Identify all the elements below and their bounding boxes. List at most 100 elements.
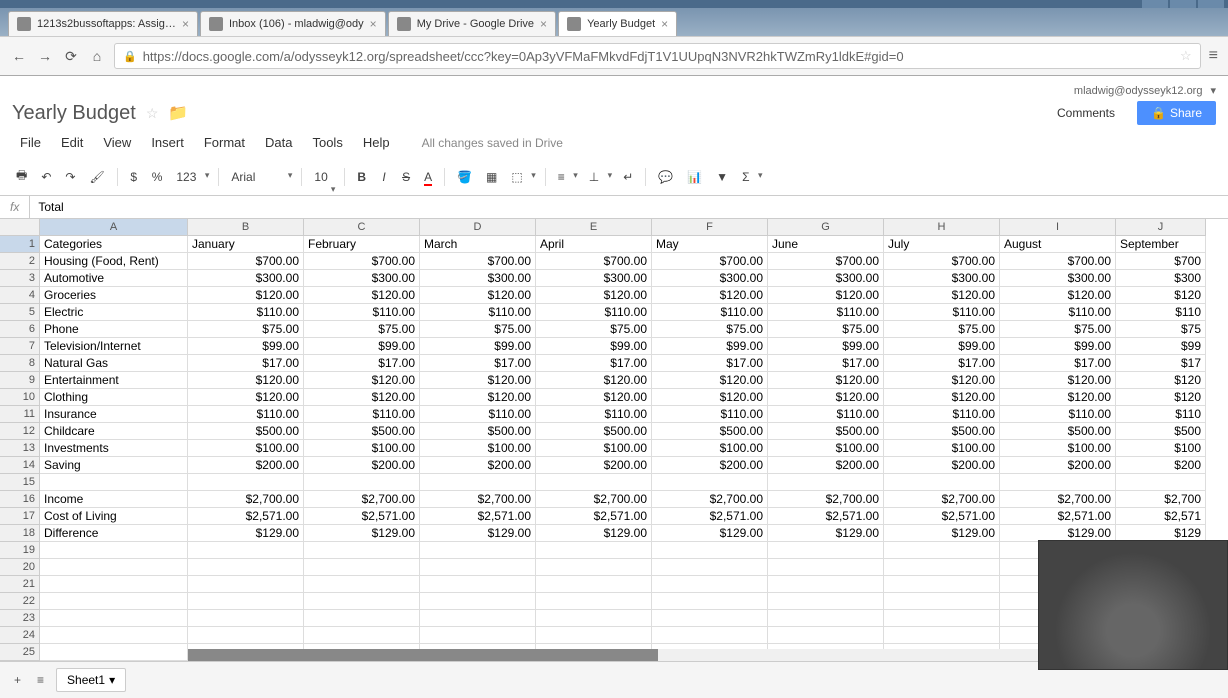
data-cell[interactable]: $120.00: [652, 372, 768, 389]
minimize-button[interactable]: [1142, 0, 1168, 8]
more-formats[interactable]: 123: [170, 168, 212, 186]
data-cell[interactable]: $17.00: [536, 355, 652, 372]
data-cell[interactable]: $120.00: [188, 287, 304, 304]
tab-close-icon[interactable]: ×: [540, 17, 547, 31]
data-cell[interactable]: $120.00: [536, 389, 652, 406]
data-cell[interactable]: $120.00: [188, 372, 304, 389]
data-cell[interactable]: $100.00: [536, 440, 652, 457]
data-cell[interactable]: $99.00: [768, 338, 884, 355]
empty-cell[interactable]: [304, 610, 420, 627]
data-cell[interactable]: $120.00: [768, 389, 884, 406]
data-cell[interactable]: $200.00: [188, 457, 304, 474]
browser-tab[interactable]: Inbox (106) - mladwig@ody ×: [200, 11, 386, 36]
forward-button[interactable]: →: [36, 47, 54, 65]
format-percent[interactable]: %: [146, 166, 169, 188]
data-cell[interactable]: $120.00: [768, 287, 884, 304]
data-cell[interactable]: $300.00: [884, 270, 1000, 287]
data-cell[interactable]: $500.00: [652, 423, 768, 440]
data-cell[interactable]: $300.00: [304, 270, 420, 287]
empty-cell[interactable]: [188, 610, 304, 627]
data-cell[interactable]: $17.00: [884, 355, 1000, 372]
menu-file[interactable]: File: [12, 131, 49, 154]
data-cell[interactable]: $110.00: [536, 406, 652, 423]
data-cell[interactable]: $100.00: [1000, 440, 1116, 457]
data-cell[interactable]: $500: [1116, 423, 1206, 440]
empty-cell[interactable]: [884, 627, 1000, 644]
data-cell[interactable]: $700.00: [188, 253, 304, 270]
data-cell[interactable]: [1000, 474, 1116, 491]
data-cell[interactable]: $300: [1116, 270, 1206, 287]
menu-view[interactable]: View: [95, 131, 139, 154]
data-cell[interactable]: [536, 474, 652, 491]
data-cell[interactable]: $2,571.00: [1000, 508, 1116, 525]
empty-cell[interactable]: [768, 576, 884, 593]
data-cell[interactable]: $200.00: [652, 457, 768, 474]
maximize-button[interactable]: [1170, 0, 1196, 8]
data-cell[interactable]: $200.00: [420, 457, 536, 474]
all-sheets-button[interactable]: ≡: [33, 669, 48, 691]
col-header[interactable]: H: [884, 219, 1000, 236]
data-cell[interactable]: $700.00: [884, 253, 1000, 270]
row-header[interactable]: 7: [0, 338, 40, 355]
empty-cell[interactable]: [884, 593, 1000, 610]
data-cell[interactable]: $2,700.00: [652, 491, 768, 508]
empty-cell[interactable]: [40, 576, 188, 593]
data-cell[interactable]: $100.00: [188, 440, 304, 457]
data-cell[interactable]: $75.00: [188, 321, 304, 338]
empty-cell[interactable]: [420, 576, 536, 593]
data-cell[interactable]: $110.00: [884, 304, 1000, 321]
print-icon[interactable]: 🖶: [10, 162, 33, 191]
data-cell[interactable]: $2,571: [1116, 508, 1206, 525]
data-cell[interactable]: $120.00: [188, 389, 304, 406]
font-size-select[interactable]: 10: [308, 168, 338, 186]
data-cell[interactable]: Childcare: [40, 423, 188, 440]
data-cell[interactable]: $700.00: [536, 253, 652, 270]
empty-cell[interactable]: [652, 627, 768, 644]
data-cell[interactable]: $99.00: [652, 338, 768, 355]
browser-tab[interactable]: 1213s2bussoftapps: Assignm ×: [8, 11, 198, 36]
data-cell[interactable]: Difference: [40, 525, 188, 542]
row-header[interactable]: 20: [0, 559, 40, 576]
tab-close-icon[interactable]: ×: [182, 17, 189, 31]
folder-icon[interactable]: 📁: [168, 103, 188, 123]
header-cell[interactable]: April: [536, 236, 652, 253]
data-cell[interactable]: $99.00: [884, 338, 1000, 355]
data-cell[interactable]: Investments: [40, 440, 188, 457]
data-cell[interactable]: $99.00: [188, 338, 304, 355]
data-cell[interactable]: $100: [1116, 440, 1206, 457]
row-header[interactable]: 2: [0, 253, 40, 270]
empty-cell[interactable]: [420, 610, 536, 627]
empty-cell[interactable]: [420, 593, 536, 610]
empty-cell[interactable]: [188, 542, 304, 559]
data-cell[interactable]: $110.00: [188, 406, 304, 423]
empty-cell[interactable]: [536, 576, 652, 593]
data-cell[interactable]: $120.00: [1000, 389, 1116, 406]
empty-cell[interactable]: [40, 627, 188, 644]
menu-edit[interactable]: Edit: [53, 131, 91, 154]
data-cell[interactable]: $75.00: [884, 321, 1000, 338]
empty-cell[interactable]: [768, 627, 884, 644]
reload-button[interactable]: ⟳: [62, 47, 80, 65]
empty-cell[interactable]: [304, 576, 420, 593]
share-button[interactable]: 🔒 Share: [1137, 101, 1216, 125]
menu-format[interactable]: Format: [196, 131, 253, 154]
data-cell[interactable]: $2,571.00: [884, 508, 1000, 525]
empty-cell[interactable]: [768, 593, 884, 610]
row-header[interactable]: 8: [0, 355, 40, 372]
data-cell[interactable]: $300.00: [768, 270, 884, 287]
paint-format-icon[interactable]: 🖌: [83, 166, 110, 188]
data-cell[interactable]: $99.00: [304, 338, 420, 355]
data-cell[interactable]: $110: [1116, 304, 1206, 321]
data-cell[interactable]: $129.00: [420, 525, 536, 542]
data-cell[interactable]: Insurance: [40, 406, 188, 423]
empty-cell[interactable]: [536, 559, 652, 576]
menu-insert[interactable]: Insert: [143, 131, 192, 154]
data-cell[interactable]: $2,700.00: [536, 491, 652, 508]
chrome-menu-icon[interactable]: ≡: [1209, 47, 1218, 65]
data-cell[interactable]: $2,700.00: [188, 491, 304, 508]
data-cell[interactable]: $110.00: [652, 304, 768, 321]
empty-cell[interactable]: [652, 542, 768, 559]
data-cell[interactable]: $200.00: [1000, 457, 1116, 474]
text-color-icon[interactable]: A: [418, 166, 438, 188]
data-cell[interactable]: $75: [1116, 321, 1206, 338]
